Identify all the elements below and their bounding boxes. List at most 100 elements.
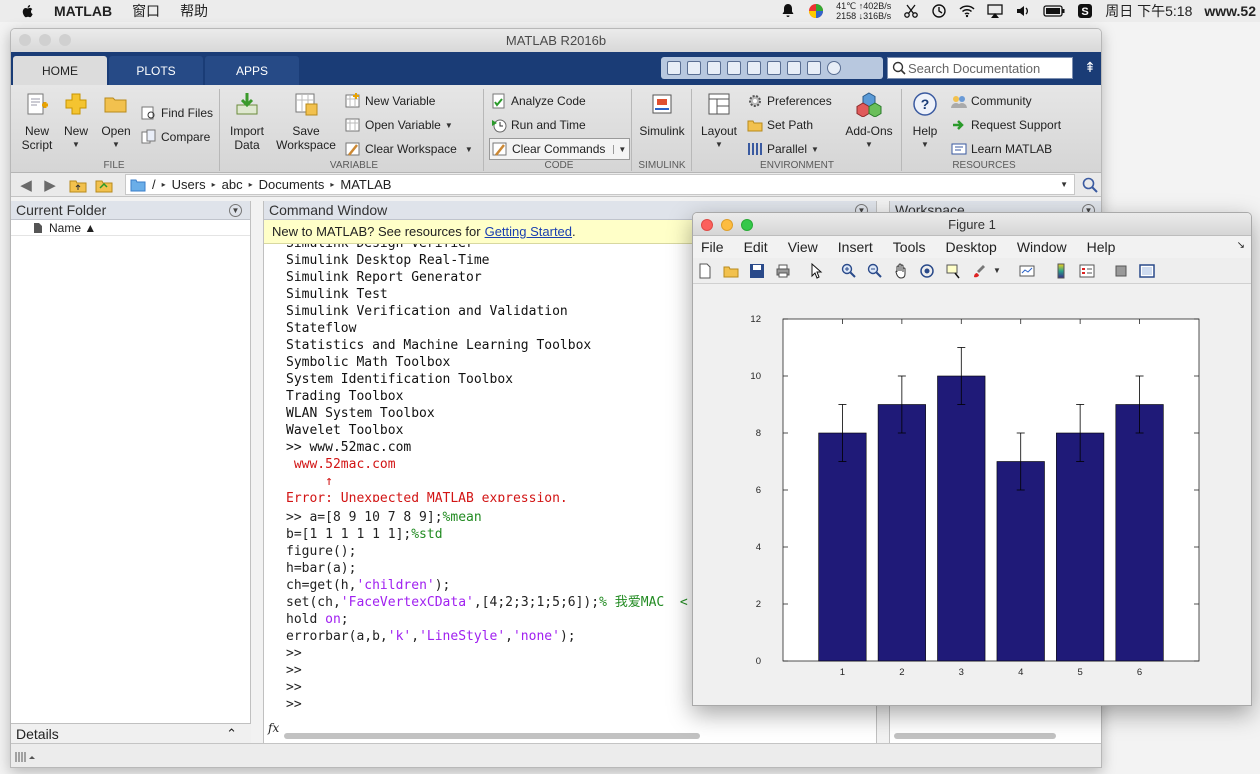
collapse-ribbon-button[interactable]: ⇞ xyxy=(1081,59,1099,77)
path-root[interactable]: / xyxy=(152,177,156,192)
hide-plot-tools-icon[interactable] xyxy=(1113,263,1129,279)
path-dropdown-icon[interactable]: ▼ xyxy=(1060,180,1068,189)
pointer-icon[interactable] xyxy=(809,263,825,279)
figure-menu-insert[interactable]: Insert xyxy=(838,239,873,255)
paste-icon[interactable] xyxy=(747,61,761,75)
search-documentation-input[interactable]: Search Documentation xyxy=(887,57,1073,79)
save-figure-icon[interactable] xyxy=(749,263,765,279)
bar-4[interactable] xyxy=(996,461,1045,662)
figure-menu-file[interactable]: File xyxy=(701,239,724,255)
color-wheel-icon[interactable] xyxy=(808,3,824,19)
learn-matlab-button[interactable]: Learn MATLAB xyxy=(951,139,1052,159)
back-icon[interactable]: ◀ xyxy=(17,176,35,194)
compare-button[interactable]: Compare xyxy=(141,127,210,147)
figure-menu-view[interactable]: View xyxy=(788,239,818,255)
redo-icon[interactable] xyxy=(787,61,801,75)
data-cursor-icon[interactable] xyxy=(945,263,961,279)
analyze-code-button[interactable]: Analyze Code xyxy=(491,91,586,111)
zoom-out-icon[interactable] xyxy=(867,263,883,279)
apple-icon[interactable] xyxy=(20,3,36,19)
airplay-icon[interactable] xyxy=(987,3,1003,19)
open-variable-button[interactable]: Open Variable ▼ xyxy=(345,115,453,135)
new-variable-button[interactable]: New Variable xyxy=(345,91,435,111)
save-workspace-button[interactable]: Save Workspace xyxy=(275,91,337,152)
link-plot-icon[interactable] xyxy=(1019,263,1035,279)
figure-menu-edit[interactable]: Edit xyxy=(744,239,768,255)
undo-icon[interactable] xyxy=(767,61,781,75)
zoom-button[interactable] xyxy=(59,34,71,46)
path-abc[interactable]: abc xyxy=(222,177,243,192)
figure-close-button[interactable] xyxy=(701,219,713,231)
figure-menu-window[interactable]: Window xyxy=(1017,239,1067,255)
save-icon[interactable] xyxy=(687,61,701,75)
status-indicator-icon[interactable] xyxy=(15,750,37,764)
menu-help[interactable]: 帮助 xyxy=(180,1,208,21)
brush-icon[interactable] xyxy=(971,263,987,279)
legend-icon[interactable] xyxy=(1079,263,1095,279)
workspace-scrollbar[interactable] xyxy=(894,733,1056,739)
run-and-time-button[interactable]: Run and Time xyxy=(491,115,586,135)
new-script-button[interactable]: New Script xyxy=(17,91,57,152)
figure-zoom-button[interactable] xyxy=(741,219,753,231)
clear-commands-button[interactable]: Clear Commands ▼ xyxy=(489,138,631,160)
tab-home[interactable]: HOME xyxy=(13,56,107,85)
new-button[interactable]: New ▼ xyxy=(61,91,91,152)
app-menu-matlab[interactable]: MATLAB xyxy=(54,3,112,19)
chevron-up-icon[interactable]: ⌃ xyxy=(226,726,237,742)
new-doc-icon[interactable] xyxy=(667,61,681,75)
tab-plots[interactable]: PLOTS xyxy=(109,56,203,85)
scissors-icon[interactable] xyxy=(903,3,919,19)
parallel-button[interactable]: Parallel ▼ xyxy=(747,139,819,159)
open-file-icon[interactable] xyxy=(723,263,739,279)
path-matlab[interactable]: MATLAB xyxy=(340,177,391,192)
preferences-button[interactable]: Preferences xyxy=(747,91,832,111)
menu-window[interactable]: 窗口 xyxy=(132,1,160,21)
name-column-header[interactable]: Name ▲ xyxy=(49,221,96,235)
volume-icon[interactable] xyxy=(1015,3,1031,19)
figure-menu-desktop[interactable]: Desktop xyxy=(945,239,996,255)
getting-started-link[interactable]: Getting Started xyxy=(485,224,572,239)
wifi-icon[interactable] xyxy=(959,3,975,19)
notification-bell-icon[interactable] xyxy=(780,3,796,19)
dock-arrow-icon[interactable]: ↘ xyxy=(1237,240,1245,251)
figure-minimize-button[interactable] xyxy=(721,219,733,231)
fx-function-browser-icon[interactable]: fx xyxy=(268,721,279,735)
brush-dropdown-icon[interactable]: ▼ xyxy=(993,266,1009,282)
figure-canvas[interactable]: 0 2 4 6 8 10 12 123456 xyxy=(693,285,1251,705)
details-panel[interactable]: Details ⌃ xyxy=(11,723,251,743)
forward-icon[interactable]: ▶ xyxy=(41,176,59,194)
community-button[interactable]: Community xyxy=(951,91,1032,111)
bar-5[interactable] xyxy=(1056,432,1105,662)
layout-button[interactable]: Layout ▼ xyxy=(697,91,741,152)
pan-hand-icon[interactable] xyxy=(893,263,909,279)
panel-menu-icon[interactable]: ▼ xyxy=(229,204,242,217)
import-data-button[interactable]: Import Data xyxy=(225,91,269,152)
rotate-3d-icon[interactable] xyxy=(919,263,935,279)
path-documents[interactable]: Documents xyxy=(259,177,325,192)
add-ons-button[interactable]: Add-Ons ▼ xyxy=(841,91,897,152)
tab-apps[interactable]: APPS xyxy=(205,56,299,85)
bar-1[interactable] xyxy=(818,432,867,662)
up-folder-icon[interactable] xyxy=(69,177,87,193)
colorbar-icon[interactable] xyxy=(1053,263,1069,279)
close-button[interactable] xyxy=(19,34,31,46)
help-button[interactable]: ? Help ▼ xyxy=(909,91,941,152)
simulink-button[interactable]: Simulink xyxy=(635,91,689,138)
minimize-button[interactable] xyxy=(39,34,51,46)
clear-workspace-button[interactable]: Clear Workspace ▼ xyxy=(345,139,473,159)
time-machine-icon[interactable] xyxy=(931,3,947,19)
figure-menu-tools[interactable]: Tools xyxy=(893,239,926,255)
path-users[interactable]: Users xyxy=(172,177,206,192)
horizontal-scrollbar[interactable] xyxy=(284,733,700,739)
request-support-button[interactable]: Request Support xyxy=(951,115,1061,135)
battery-icon[interactable] xyxy=(1043,3,1065,19)
copy-icon[interactable] xyxy=(727,61,741,75)
path-field[interactable]: / ▸ Users ▸ abc ▸ Documents ▸ MATLAB ▼ xyxy=(125,174,1075,195)
set-path-button[interactable]: Set Path xyxy=(747,115,813,135)
help-icon[interactable] xyxy=(827,61,841,75)
cut-icon[interactable] xyxy=(707,61,721,75)
s-app-icon[interactable]: S xyxy=(1077,3,1093,19)
bar-6[interactable] xyxy=(1115,404,1164,662)
find-files-button[interactable]: Find Files xyxy=(141,103,213,123)
new-figure-icon[interactable] xyxy=(697,263,713,279)
